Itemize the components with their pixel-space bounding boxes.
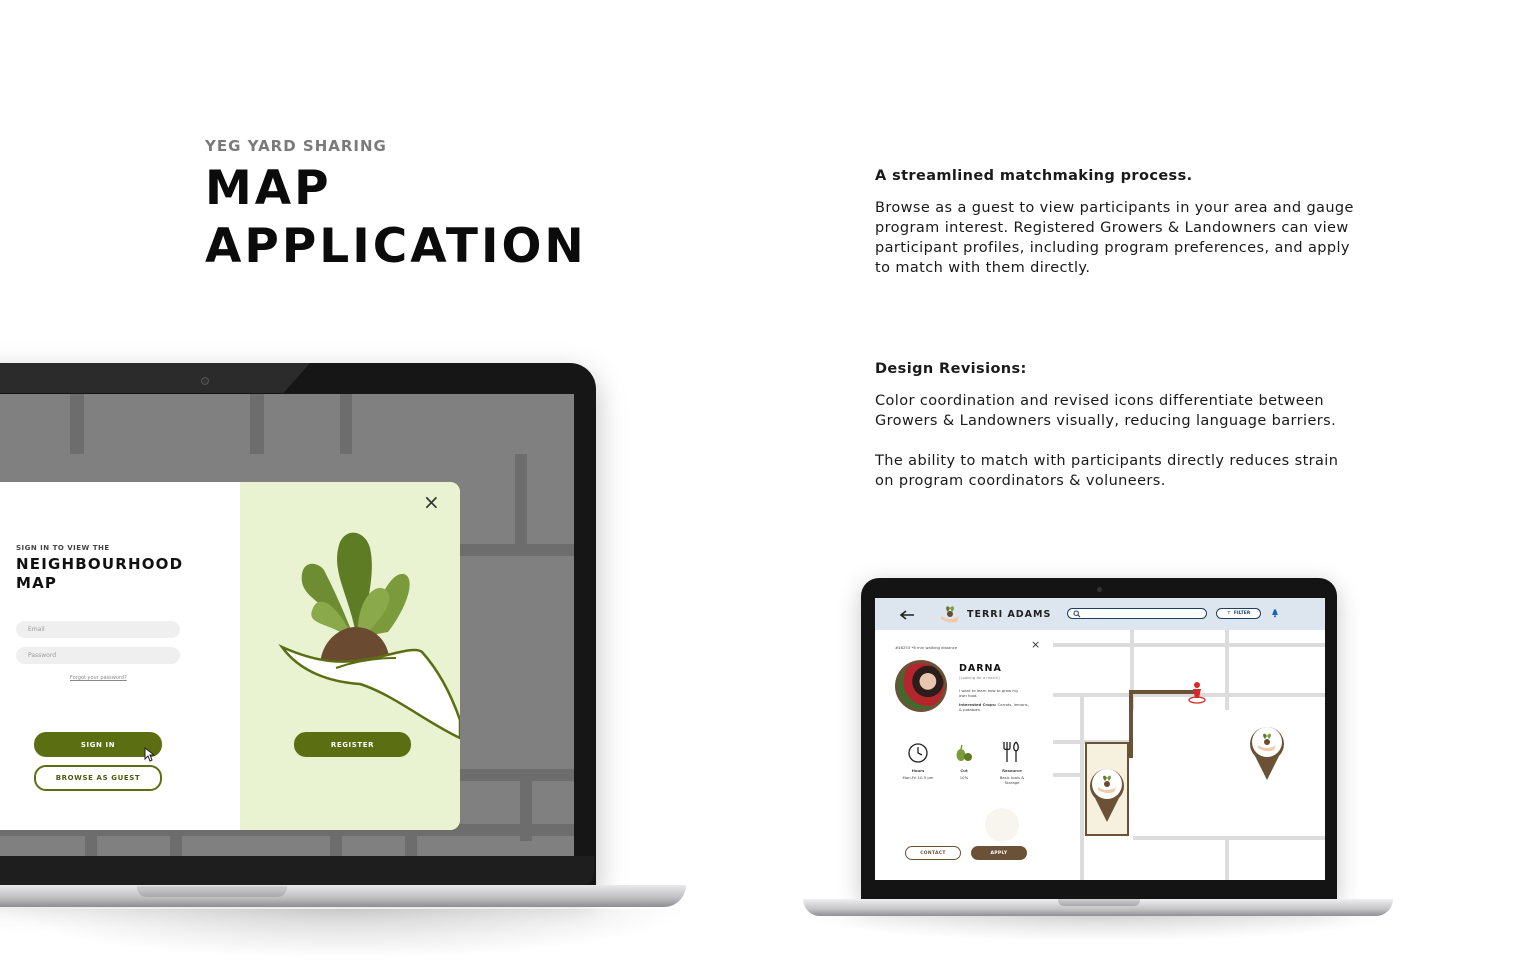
- beet-in-hand-illustration: [278, 532, 460, 740]
- map-road: [330, 830, 342, 856]
- avatar-photo: [898, 663, 944, 709]
- laptop-large: REGISTER SIGN IN TO VIEW THE NEIGHBOURHO…: [0, 363, 690, 979]
- signin-button[interactable]: SIGN IN: [34, 732, 162, 757]
- modal-title-line-2: MAP: [16, 574, 58, 592]
- apply-button[interactable]: APPLY: [971, 846, 1027, 860]
- description-block: A streamlined matchmaking process. Brows…: [875, 166, 1355, 298]
- filter-label: FILTER: [1233, 611, 1251, 616]
- map-road: [1133, 836, 1325, 840]
- map-road: [405, 830, 417, 856]
- close-icon[interactable]: ×: [423, 492, 440, 512]
- modal-title: NEIGHBOURHOOD MAP: [16, 555, 183, 593]
- title-line-1: MAP: [205, 161, 332, 216]
- tools-icon: [1001, 740, 1023, 764]
- camera-icon: [1097, 587, 1102, 592]
- map-road: [1053, 643, 1325, 647]
- clock-icon: [907, 742, 929, 764]
- participant-panel: #48253 *6 min walking distance × DARNA (…: [875, 630, 1053, 880]
- laptop-glare: [0, 363, 310, 393]
- participant-name: DARNA: [959, 663, 1002, 674]
- laptop-small: TERRI ADAMS ⊤ FILTER #48253 *6 min walkin…: [803, 578, 1393, 942]
- interested-crops: Interested Crops: Carrots, lemons, & pot…: [959, 702, 1029, 712]
- distance-text: #48253 *6 min walking distance: [895, 645, 958, 650]
- revisions-para-2: The ability to match with participants d…: [875, 453, 1339, 489]
- revisions-para-1: Color coordination and revised icons dif…: [875, 393, 1337, 429]
- search-icon: [1073, 610, 1081, 618]
- map-road: [1225, 630, 1229, 710]
- stat-value-resource: Basic tools & Storage: [999, 775, 1025, 785]
- laptop-notch: [1058, 899, 1140, 906]
- laptop-shadow: [0, 909, 690, 959]
- map-road: [85, 830, 97, 856]
- bell-icon[interactable]: [1270, 608, 1280, 618]
- camera-icon: [201, 377, 209, 385]
- laptop-base: [0, 885, 686, 907]
- laptop-notch: [137, 886, 287, 897]
- grower-avatar-icon: [941, 606, 959, 623]
- cursor-icon: [144, 747, 156, 762]
- map-screen[interactable]: REGISTER SIGN IN TO VIEW THE NEIGHBOURHO…: [0, 394, 574, 856]
- map-road: [340, 394, 352, 454]
- map-road: [250, 394, 264, 454]
- page-title: MAP APPLICATION: [205, 160, 587, 276]
- title-line-2: APPLICATION: [205, 219, 587, 274]
- back-arrow-icon[interactable]: [899, 610, 915, 620]
- participant-bio: I want to learn how to grow my own food.: [959, 688, 1019, 698]
- map-road: [1225, 836, 1229, 880]
- laptop-shadow: [803, 916, 1393, 942]
- participant-avatar: [895, 660, 947, 712]
- filter-icon: ⊤: [1226, 611, 1231, 616]
- map-road: [1053, 773, 1083, 777]
- search-input[interactable]: [1067, 608, 1207, 619]
- modal-title-line-1: NEIGHBOURHOOD: [16, 555, 184, 573]
- route-path: [1129, 690, 1133, 758]
- description-heading: A streamlined matchmaking process.: [875, 168, 1193, 184]
- map-road: [70, 394, 84, 454]
- user-name: TERRI ADAMS: [967, 609, 1052, 620]
- map-road: [515, 454, 527, 554]
- stat-label-cut: Cut: [960, 768, 968, 773]
- stat-label-hours: Hours: [911, 768, 925, 773]
- map-road: [520, 781, 532, 841]
- description-body: Browse as a guest to view participants i…: [875, 200, 1354, 276]
- map-road: [1080, 693, 1084, 880]
- user-location-icon: [1188, 682, 1206, 704]
- map-pin-icon[interactable]: [1247, 722, 1287, 782]
- participant-status: (Looking for a match): [959, 675, 1000, 680]
- profile-screen[interactable]: TERRI ADAMS ⊤ FILTER #48253 *6 min walkin…: [875, 598, 1325, 880]
- stat-value-cut: 10%: [959, 775, 969, 780]
- password-field[interactable]: Password: [16, 647, 180, 664]
- map-road: [460, 769, 574, 781]
- email-field[interactable]: Email: [16, 621, 180, 638]
- revisions-heading: Design Revisions:: [875, 361, 1027, 377]
- register-panel: REGISTER: [240, 482, 460, 830]
- produce-icon: [953, 742, 975, 764]
- revisions-block: Design Revisions: Color coordination and…: [875, 359, 1355, 511]
- selected-pin-card[interactable]: [1085, 742, 1129, 836]
- register-button[interactable]: REGISTER: [294, 732, 411, 757]
- top-bar: TERRI ADAMS ⊤ FILTER: [875, 598, 1325, 630]
- modal-subtitle: SIGN IN TO VIEW THE: [16, 544, 110, 552]
- grower-pin-icon: [1090, 768, 1124, 822]
- project-eyebrow: YEG YARD SHARING: [205, 137, 387, 155]
- filter-button[interactable]: ⊤ FILTER: [1216, 608, 1261, 619]
- stat-label-resource: Resource: [1002, 768, 1022, 773]
- forgot-password-link[interactable]: Forgot your password?: [70, 675, 127, 681]
- browse-as-guest-button[interactable]: BROWSE AS GUEST: [34, 765, 162, 791]
- stat-value-hours: Mon-Fri 10-5 pm: [902, 775, 934, 780]
- close-icon[interactable]: ×: [1031, 638, 1040, 651]
- faded-pin-icon: [985, 808, 1019, 842]
- contact-button[interactable]: CONTACT: [905, 846, 961, 860]
- signin-modal: REGISTER SIGN IN TO VIEW THE NEIGHBOURHO…: [0, 482, 460, 830]
- map-road: [170, 830, 182, 856]
